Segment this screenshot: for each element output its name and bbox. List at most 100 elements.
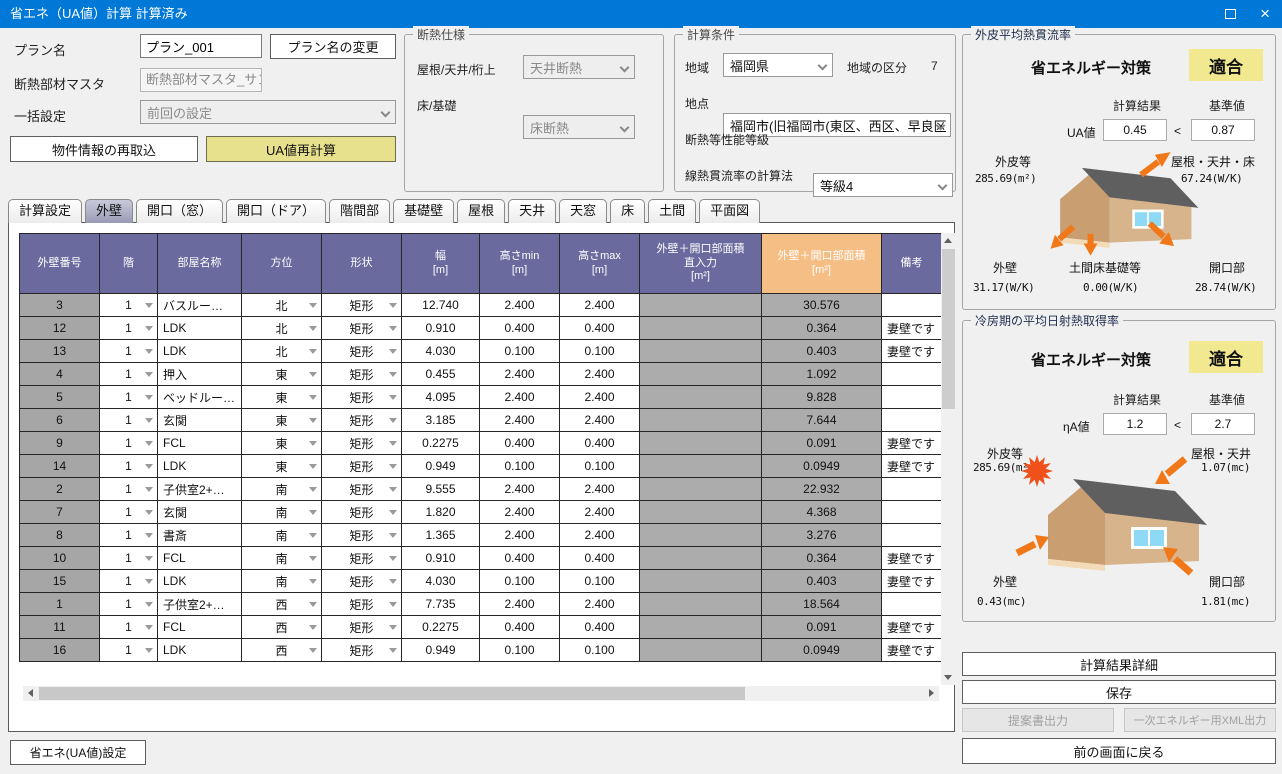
room-name-cell[interactable]: FCL xyxy=(158,616,242,639)
direct-area-cell[interactable] xyxy=(640,570,762,593)
cell-dropdown-icon[interactable] xyxy=(389,648,397,653)
width-cell[interactable]: 0.910 xyxy=(402,547,480,570)
cell-dropdown-icon[interactable] xyxy=(309,625,317,630)
cell-dropdown-icon[interactable] xyxy=(309,602,317,607)
cell-dropdown-icon[interactable] xyxy=(145,579,153,584)
room-name-cell[interactable]: FCL xyxy=(158,547,242,570)
height-min-cell[interactable]: 2.400 xyxy=(480,478,560,501)
room-name-cell[interactable]: LDK xyxy=(158,317,242,340)
floor-cell[interactable]: 1 xyxy=(100,570,158,593)
cell-dropdown-icon[interactable] xyxy=(145,625,153,630)
height-max-cell[interactable]: 2.400 xyxy=(560,386,640,409)
cell-dropdown-icon[interactable] xyxy=(309,395,317,400)
height-min-cell[interactable]: 2.400 xyxy=(480,363,560,386)
direct-area-cell[interactable] xyxy=(640,363,762,386)
width-cell[interactable]: 12.740 xyxy=(402,294,480,317)
direction-cell[interactable]: 北 xyxy=(242,317,322,340)
cell-dropdown-icon[interactable] xyxy=(145,326,153,331)
cell-dropdown-icon[interactable] xyxy=(309,579,317,584)
width-cell[interactable]: 1.820 xyxy=(402,501,480,524)
height-max-cell[interactable]: 2.400 xyxy=(560,524,640,547)
tab-doma[interactable]: 土間 xyxy=(648,199,696,223)
height-max-cell[interactable]: 0.100 xyxy=(560,340,640,363)
direct-area-cell[interactable] xyxy=(640,317,762,340)
scroll-down-icon[interactable] xyxy=(941,670,956,685)
back-button[interactable]: 前の画面に戻る xyxy=(962,738,1276,764)
energy-ua-settings-button[interactable]: 省エネ(UA値)設定 xyxy=(10,740,146,765)
cell-dropdown-icon[interactable] xyxy=(309,510,317,515)
direct-area-cell[interactable] xyxy=(640,386,762,409)
direction-cell[interactable]: 東 xyxy=(242,363,322,386)
cell-dropdown-icon[interactable] xyxy=(389,556,397,561)
tab-skylight[interactable]: 天窓 xyxy=(559,199,607,223)
tab-floor-plan[interactable]: 平面図 xyxy=(699,199,760,223)
floor-cell[interactable]: 1 xyxy=(100,386,158,409)
region-select[interactable]: 福岡県 xyxy=(723,53,833,77)
floor-cell[interactable]: 1 xyxy=(100,455,158,478)
direct-area-cell[interactable] xyxy=(640,340,762,363)
height-min-cell[interactable]: 2.400 xyxy=(480,294,560,317)
room-name-cell[interactable]: バスルー… xyxy=(158,294,242,317)
room-name-cell[interactable]: 玄関 xyxy=(158,409,242,432)
tab-outer-wall[interactable]: 外壁 xyxy=(85,199,133,223)
recalc-ua-button[interactable]: UA値再計算 xyxy=(206,136,396,162)
shape-cell[interactable]: 矩形 xyxy=(322,386,402,409)
cell-dropdown-icon[interactable] xyxy=(145,418,153,423)
width-cell[interactable]: 1.365 xyxy=(402,524,480,547)
cell-dropdown-icon[interactable] xyxy=(389,372,397,377)
height-min-cell[interactable]: 2.400 xyxy=(480,501,560,524)
shape-cell[interactable]: 矩形 xyxy=(322,501,402,524)
floor-cell[interactable]: 1 xyxy=(100,409,158,432)
direction-cell[interactable]: 南 xyxy=(242,570,322,593)
room-name-cell[interactable]: ベッドルー… xyxy=(158,386,242,409)
direct-area-cell[interactable] xyxy=(640,547,762,570)
direction-cell[interactable]: 南 xyxy=(242,501,322,524)
width-cell[interactable]: 0.949 xyxy=(402,639,480,662)
floor-cell[interactable]: 1 xyxy=(100,478,158,501)
cell-dropdown-icon[interactable] xyxy=(389,510,397,515)
floor-cell[interactable]: 1 xyxy=(100,432,158,455)
cell-dropdown-icon[interactable] xyxy=(389,441,397,446)
restore-icon[interactable] xyxy=(1225,9,1236,19)
height-min-cell[interactable]: 2.400 xyxy=(480,593,560,616)
width-cell[interactable]: 0.2275 xyxy=(402,432,480,455)
shape-cell[interactable]: 矩形 xyxy=(322,432,402,455)
floor-cell[interactable]: 1 xyxy=(100,639,158,662)
direction-cell[interactable]: 東 xyxy=(242,432,322,455)
height-min-cell[interactable]: 0.100 xyxy=(480,340,560,363)
floor-cell[interactable]: 1 xyxy=(100,547,158,570)
cell-dropdown-icon[interactable] xyxy=(389,303,397,308)
shape-cell[interactable]: 矩形 xyxy=(322,593,402,616)
floor-cell[interactable]: 1 xyxy=(100,524,158,547)
cell-dropdown-icon[interactable] xyxy=(389,326,397,331)
direct-area-cell[interactable] xyxy=(640,409,762,432)
cell-dropdown-icon[interactable] xyxy=(309,349,317,354)
cell-dropdown-icon[interactable] xyxy=(309,441,317,446)
tab-ceiling[interactable]: 天井 xyxy=(508,199,556,223)
tab-opening-window[interactable]: 開口（窓） xyxy=(136,199,223,223)
tab-roof[interactable]: 屋根 xyxy=(457,199,505,223)
room-name-cell[interactable]: FCL xyxy=(158,432,242,455)
height-max-cell[interactable]: 0.400 xyxy=(560,547,640,570)
cell-dropdown-icon[interactable] xyxy=(145,372,153,377)
height-min-cell[interactable]: 0.400 xyxy=(480,432,560,455)
shape-cell[interactable]: 矩形 xyxy=(322,639,402,662)
width-cell[interactable]: 4.030 xyxy=(402,570,480,593)
horizontal-scrollbar[interactable] xyxy=(23,686,939,701)
cell-dropdown-icon[interactable] xyxy=(389,464,397,469)
floor-cell[interactable]: 1 xyxy=(100,294,158,317)
width-cell[interactable]: 4.030 xyxy=(402,340,480,363)
shape-cell[interactable]: 矩形 xyxy=(322,524,402,547)
cell-dropdown-icon[interactable] xyxy=(389,487,397,492)
cell-dropdown-icon[interactable] xyxy=(145,441,153,446)
cell-dropdown-icon[interactable] xyxy=(389,533,397,538)
width-cell[interactable]: 3.185 xyxy=(402,409,480,432)
cell-dropdown-icon[interactable] xyxy=(309,372,317,377)
direction-cell[interactable]: 西 xyxy=(242,593,322,616)
room-name-cell[interactable]: LDK xyxy=(158,639,242,662)
plan-rename-button[interactable]: プラン名の変更 xyxy=(270,34,396,59)
width-cell[interactable]: 9.555 xyxy=(402,478,480,501)
direction-cell[interactable]: 北 xyxy=(242,294,322,317)
close-icon[interactable]: × xyxy=(1260,0,1270,28)
cell-dropdown-icon[interactable] xyxy=(145,349,153,354)
